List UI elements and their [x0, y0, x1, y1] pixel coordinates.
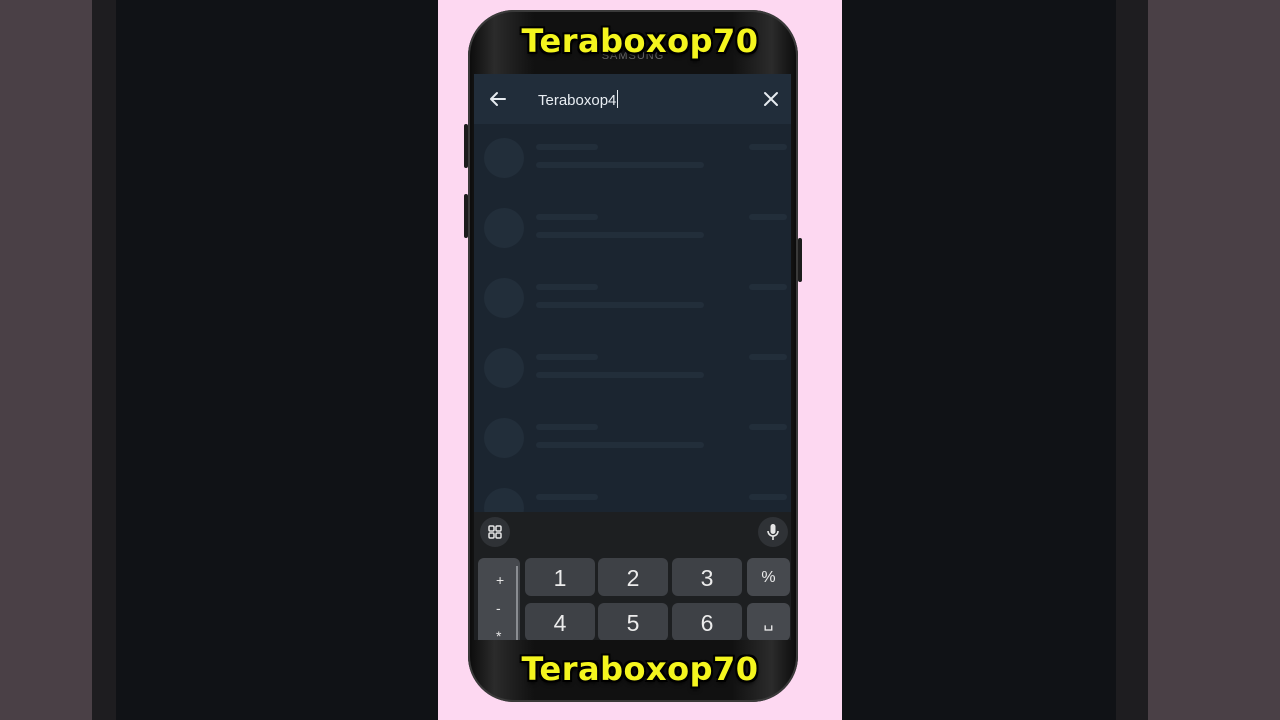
- search-bar: Teraboxop4: [474, 74, 791, 124]
- skeleton-time: [749, 214, 787, 220]
- skeleton-subtitle: [536, 162, 704, 168]
- skeleton-row: [474, 274, 791, 334]
- skeleton-row: [474, 414, 791, 474]
- close-icon[interactable]: [761, 89, 781, 109]
- backdrop-right-bezel: [1116, 0, 1148, 720]
- skeleton-subtitle: [536, 442, 704, 448]
- arrow-left-icon[interactable]: [488, 89, 508, 109]
- key-6[interactable]: 6: [672, 603, 742, 640]
- skeleton-title: [536, 284, 598, 290]
- skeleton-time: [749, 354, 787, 360]
- power-button: [798, 238, 802, 282]
- skeleton-title: [536, 214, 598, 220]
- bixby-button: [464, 194, 468, 238]
- volume-button: [464, 124, 468, 168]
- backdrop-left-bezel: [92, 0, 116, 720]
- overlay-title-bottom: Teraboxop70: [521, 650, 759, 688]
- skeleton-avatar: [484, 138, 524, 178]
- skeleton-time: [749, 424, 787, 430]
- video-frame: SAMSUNG Teraboxop4 + - * 1 2 3 % 4 5 6 ␣…: [438, 0, 842, 720]
- skeleton-avatar: [484, 348, 524, 388]
- backdrop-left-panel: [116, 0, 438, 720]
- key-percent[interactable]: %: [747, 558, 790, 596]
- skeleton-avatar: [484, 418, 524, 458]
- key-2[interactable]: 2: [598, 558, 668, 596]
- symbol-minus: -: [496, 600, 501, 616]
- numeric-keyboard: + - * 1 2 3 % 4 5 6 ␣: [474, 512, 791, 640]
- skeleton-subtitle: [536, 232, 704, 238]
- grid-icon[interactable]: [480, 517, 510, 547]
- skeleton-avatar: [484, 278, 524, 318]
- microphone-icon[interactable]: [758, 517, 788, 547]
- skeleton-avatar: [484, 208, 524, 248]
- skeleton-row: [474, 204, 791, 264]
- skeleton-subtitle: [536, 302, 704, 308]
- backdrop-right-edge: [1148, 0, 1280, 720]
- overlay-title-top: Teraboxop70: [521, 22, 759, 60]
- skeleton-title: [536, 144, 598, 150]
- key-1[interactable]: 1: [525, 558, 595, 596]
- skeleton-row: [474, 134, 791, 194]
- skeleton-time: [749, 494, 787, 500]
- search-input-value: Teraboxop4: [538, 92, 617, 109]
- skeleton-time: [749, 284, 787, 290]
- skeleton-time: [749, 144, 787, 150]
- key-3[interactable]: 3: [672, 558, 742, 596]
- key-space[interactable]: ␣: [747, 603, 790, 640]
- search-input[interactable]: Teraboxop4: [538, 90, 619, 109]
- skeleton-subtitle: [536, 372, 704, 378]
- skeleton-title: [536, 424, 598, 430]
- key-5[interactable]: 5: [598, 603, 668, 640]
- backdrop-right-panel: [842, 0, 1116, 720]
- symbols-divider: [516, 566, 518, 640]
- symbols-key[interactable]: + - *: [478, 558, 520, 640]
- symbol-plus: +: [496, 572, 505, 588]
- key-4[interactable]: 4: [525, 603, 595, 640]
- skeleton-row: [474, 344, 791, 404]
- text-caret: [617, 90, 619, 108]
- backdrop-left-edge: [0, 0, 92, 720]
- skeleton-title: [536, 354, 598, 360]
- phone-screen: Teraboxop4 + - * 1 2 3 % 4 5 6 ␣: [474, 74, 791, 640]
- skeleton-title: [536, 494, 598, 500]
- symbol-star: *: [496, 628, 502, 640]
